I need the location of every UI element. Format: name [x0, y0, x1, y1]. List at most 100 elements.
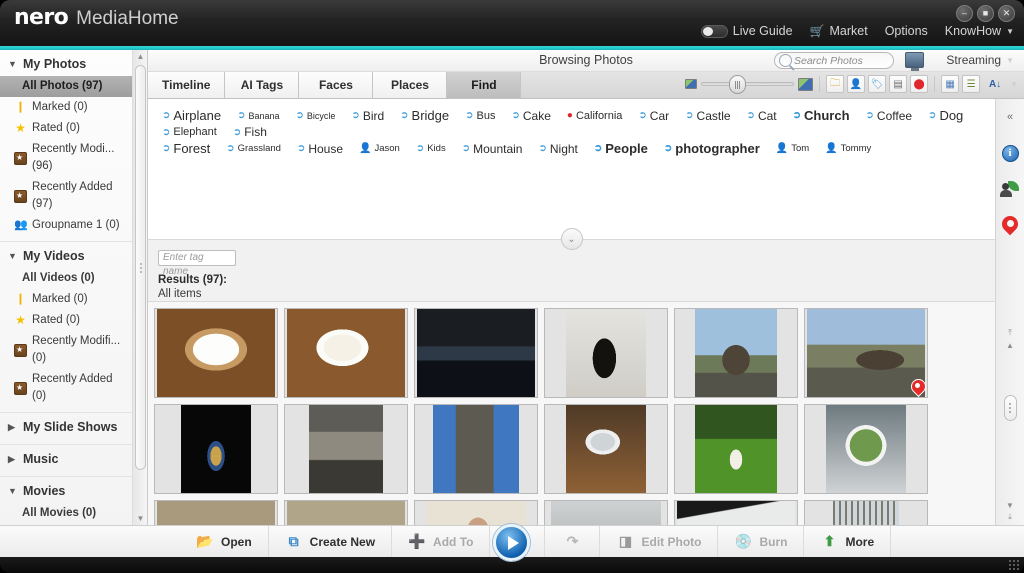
face-panel-button[interactable]: [1000, 179, 1020, 199]
resize-grip-icon[interactable]: [1009, 560, 1019, 570]
sidebar-item[interactable]: All Videos (0): [0, 268, 133, 289]
market-button[interactable]: 🛒 Market: [810, 24, 868, 38]
sidebar-item[interactable]: Recently Added (0): [0, 369, 133, 407]
tag-item[interactable]: ➲ People: [588, 140, 654, 157]
tag-item[interactable]: ➲ Airplane: [156, 107, 227, 124]
sidebar-item[interactable]: ❙ Marked (0): [0, 97, 133, 118]
sidebar-scroll-down-icon[interactable]: ▼: [133, 512, 147, 525]
open-button[interactable]: 📂 Open: [180, 525, 269, 558]
content-scrollbar[interactable]: ⤒ ▲ ▼ ⤓: [998, 327, 1022, 523]
thumbnail-cell[interactable]: [154, 404, 278, 494]
toggle-switch-icon[interactable]: [700, 24, 728, 38]
info-button[interactable]: ▤: [889, 75, 908, 93]
tag-item[interactable]: ➲ Cat: [741, 108, 783, 124]
sidebar-group-header[interactable]: ▶ Music: [0, 445, 133, 471]
sidebar-group-header[interactable]: ▼ Movies: [0, 477, 133, 503]
thumbnail-cell[interactable]: [804, 308, 928, 398]
thumbnail-cell[interactable]: [674, 308, 798, 398]
scroll-track[interactable]: [1003, 353, 1017, 497]
scroll-down-icon[interactable]: ▼: [1004, 499, 1017, 511]
thumbnail-cell[interactable]: [414, 404, 538, 494]
tag-button[interactable]: 🏷: [868, 75, 887, 93]
chevron-down-icon[interactable]: ▼: [1010, 80, 1018, 89]
tag-item[interactable]: ➲ Bird: [345, 108, 390, 124]
tag-item[interactable]: ➲ photographer: [658, 140, 766, 157]
live-guide-toggle[interactable]: Live Guide: [700, 24, 793, 38]
tag-item[interactable]: ➲ Bridge: [394, 107, 455, 124]
thumbnail-cell[interactable]: [544, 500, 668, 525]
info-panel-button[interactable]: i: [1000, 143, 1020, 163]
knowhow-button[interactable]: KnowHow ▼: [945, 24, 1014, 38]
tab-places[interactable]: Places: [373, 72, 448, 98]
tag-item[interactable]: 👤 Tommy: [819, 142, 877, 155]
tag-item[interactable]: ➲ House: [291, 141, 349, 157]
thumbnail-cell[interactable]: [284, 308, 408, 398]
scroll-up-icon[interactable]: ▲: [1004, 339, 1017, 351]
thumbnail-cell[interactable]: [284, 500, 408, 525]
scroll-thumb[interactable]: [1003, 395, 1017, 421]
tag-item[interactable]: ➲ Coffee: [860, 108, 919, 124]
sidebar-item[interactable]: Recently Modi... (96): [0, 139, 133, 177]
tag-item[interactable]: ➲ Fish: [227, 124, 273, 140]
folder-button[interactable]: 🗀: [826, 75, 845, 93]
sidebar-item[interactable]: ★ Rated (0): [0, 310, 133, 331]
play-button[interactable]: [493, 524, 530, 561]
search-input[interactable]: Search Photos: [774, 52, 894, 69]
sidebar-item[interactable]: 👥 Groupname 1 (0): [0, 215, 133, 236]
thumbnail-view-button[interactable]: ▦: [941, 75, 960, 93]
sidebar-item[interactable]: All Photos (97): [0, 76, 133, 97]
tag-item[interactable]: ➲ Cake: [505, 108, 556, 124]
tab-find[interactable]: Find: [447, 72, 522, 98]
tag-item[interactable]: ➲ Castle: [679, 108, 736, 124]
tag-item[interactable]: ➲ Kids: [410, 142, 452, 155]
sidebar-group-header[interactable]: ▶ My Slide Shows: [0, 413, 133, 439]
sort-button[interactable]: A↓: [986, 75, 1004, 93]
tag-item[interactable]: ➲ Church: [787, 107, 856, 124]
close-button[interactable]: ✕: [998, 5, 1015, 22]
tag-item[interactable]: ➲ Banana: [231, 109, 285, 122]
sidebar-item[interactable]: ★ Rated (0): [0, 118, 133, 139]
thumbnail-cell[interactable]: [804, 500, 928, 525]
tag-item[interactable]: ➲ Mountain: [456, 141, 529, 157]
collapse-tagcloud-button[interactable]: ⌄: [560, 228, 583, 250]
slider-knob[interactable]: [729, 75, 747, 94]
tag-item[interactable]: ➲ Forest: [156, 140, 216, 157]
location-panel-button[interactable]: [1000, 215, 1020, 235]
thumbnail-cell[interactable]: [544, 404, 668, 494]
sidebar-item[interactable]: ❙ Marked (0): [0, 289, 133, 310]
thumbnail-size-slider[interactable]: [685, 75, 814, 94]
thumbnail-cell[interactable]: [284, 404, 408, 494]
tag-item[interactable]: 👤 Tom: [770, 142, 815, 155]
sidebar-item[interactable]: Recently Modifi... (0): [0, 331, 133, 369]
more-button[interactable]: ⬆ More: [804, 525, 892, 558]
collapse-rail-button[interactable]: «: [1000, 107, 1020, 127]
minimize-button[interactable]: –: [956, 5, 973, 22]
tag-item[interactable]: ➲ Dog: [922, 107, 969, 124]
tag-name-input[interactable]: Enter tag name: [158, 250, 236, 277]
tab-ai-tags[interactable]: AI Tags: [225, 72, 300, 98]
sidebar-item[interactable]: All Movies (0): [0, 503, 133, 524]
sidebar-group-header[interactable]: ▼ My Photos: [0, 50, 133, 76]
sidebar-group-header[interactable]: ▼ My Videos: [0, 242, 133, 268]
scroll-to-bottom-icon[interactable]: ⤓: [1004, 511, 1017, 523]
thumbnail-cell[interactable]: [544, 308, 668, 398]
sidebar-scrollbar[interactable]: ▲ ▼: [132, 50, 147, 525]
location-pin-button[interactable]: ⬤: [910, 75, 929, 93]
options-button[interactable]: Options: [885, 24, 928, 38]
tag-item[interactable]: ➲ Bicycle: [290, 109, 342, 122]
create-new-button[interactable]: ⧉ Create New: [269, 525, 393, 558]
scroll-to-top-icon[interactable]: ⤒: [1004, 327, 1017, 339]
tag-item[interactable]: ➲ Night: [532, 141, 583, 157]
tag-item[interactable]: ➲ Car: [632, 108, 675, 124]
tab-timeline[interactable]: Timeline: [148, 72, 226, 98]
streaming-dropdown[interactable]: Streaming ▼: [946, 53, 1014, 67]
slider-track[interactable]: [701, 75, 795, 94]
thumbnail-cell[interactable]: [674, 500, 798, 525]
sidebar-scroll-up-icon[interactable]: ▲: [133, 50, 147, 63]
thumbnail-cell[interactable]: [414, 308, 538, 398]
tab-faces[interactable]: Faces: [299, 72, 374, 98]
thumbnail-cell[interactable]: [674, 404, 798, 494]
maximize-button[interactable]: ■: [977, 5, 994, 22]
list-view-button[interactable]: ☰: [962, 75, 981, 93]
tag-item[interactable]: ➲ Elephant: [156, 125, 223, 139]
